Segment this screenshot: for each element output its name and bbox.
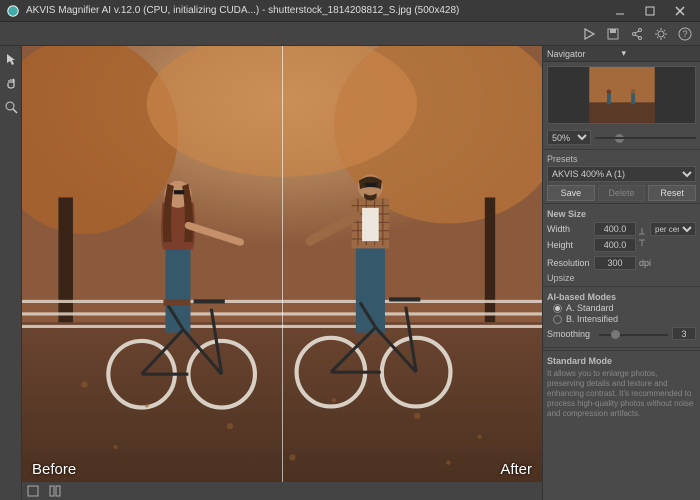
reset-preset-button[interactable]: Reset xyxy=(648,185,696,201)
canvas-area[interactable]: Before After xyxy=(22,46,542,500)
bottom-status-bar xyxy=(22,482,542,500)
height-label: Height xyxy=(547,240,591,250)
radio-on-icon xyxy=(553,304,562,313)
resolution-unit: dpi xyxy=(639,258,651,268)
top-toolbar: ? xyxy=(0,22,700,46)
before-after-divider[interactable] xyxy=(282,46,283,482)
width-input[interactable] xyxy=(594,222,636,236)
zoom-select[interactable]: 50% xyxy=(547,130,591,145)
new-size-header: New Size xyxy=(547,209,696,219)
settings-icon[interactable] xyxy=(652,25,670,43)
preset-select[interactable]: AKVIS 400% A (1) xyxy=(547,166,696,182)
minimize-button[interactable] xyxy=(606,2,634,20)
unit-select[interactable]: per cent xyxy=(650,222,696,236)
presets-header: Presets xyxy=(547,154,696,164)
radio-off-icon xyxy=(553,315,562,324)
resolution-label: Resolution xyxy=(547,258,591,268)
close-button[interactable] xyxy=(666,2,694,20)
view-mode-1-icon[interactable] xyxy=(24,482,42,500)
save-icon[interactable] xyxy=(604,25,622,43)
window-title: AKVIS Magnifier AI v.12.0 (CPU, initiali… xyxy=(26,5,606,16)
maximize-button[interactable] xyxy=(636,2,664,20)
navigator-thumbnail[interactable] xyxy=(547,66,696,124)
mode-standard-radio[interactable]: A. Standard xyxy=(553,303,696,313)
app-icon xyxy=(6,4,20,18)
save-preset-button[interactable]: Save xyxy=(547,185,595,201)
after-label: After xyxy=(500,461,532,478)
ai-modes-header: AI-based Modes xyxy=(547,292,696,302)
delete-preset-button[interactable]: Delete xyxy=(598,185,646,201)
smoothing-label: Smoothing xyxy=(547,329,595,339)
run-icon[interactable] xyxy=(580,25,598,43)
zoom-slider[interactable] xyxy=(595,132,696,144)
width-label: Width xyxy=(547,224,591,234)
link-dimensions-icon[interactable] xyxy=(638,226,648,248)
titlebar: AKVIS Magnifier AI v.12.0 (CPU, initiali… xyxy=(0,0,700,22)
help-icon[interactable]: ? xyxy=(676,25,694,43)
standard-mode-description: It allows you to enlarge photos, preserv… xyxy=(547,367,696,421)
pointer-tool-icon[interactable] xyxy=(2,50,20,68)
standard-mode-header: Standard Mode xyxy=(547,356,696,366)
hand-tool-icon[interactable] xyxy=(2,74,20,92)
upsize-label: Upsize xyxy=(547,273,696,283)
height-input[interactable] xyxy=(594,238,636,252)
navigator-header: Navigator ▾ xyxy=(543,46,700,62)
smoothing-slider[interactable] xyxy=(599,334,668,336)
mode-intensified-radio[interactable]: B. Intensified xyxy=(553,314,696,324)
view-mode-2-icon[interactable] xyxy=(46,482,64,500)
right-panel: Navigator ▾ 50% Presets AKVIS 400% A (1)… xyxy=(542,46,700,500)
smoothing-value[interactable]: 3 xyxy=(672,327,696,340)
svg-text:?: ? xyxy=(682,29,687,39)
chevron-down-icon[interactable]: ▾ xyxy=(622,48,697,59)
before-label: Before xyxy=(32,461,76,478)
zoom-tool-icon[interactable] xyxy=(2,98,20,116)
share-icon[interactable] xyxy=(628,25,646,43)
resolution-input[interactable] xyxy=(594,256,636,270)
left-toolbar xyxy=(0,46,22,500)
